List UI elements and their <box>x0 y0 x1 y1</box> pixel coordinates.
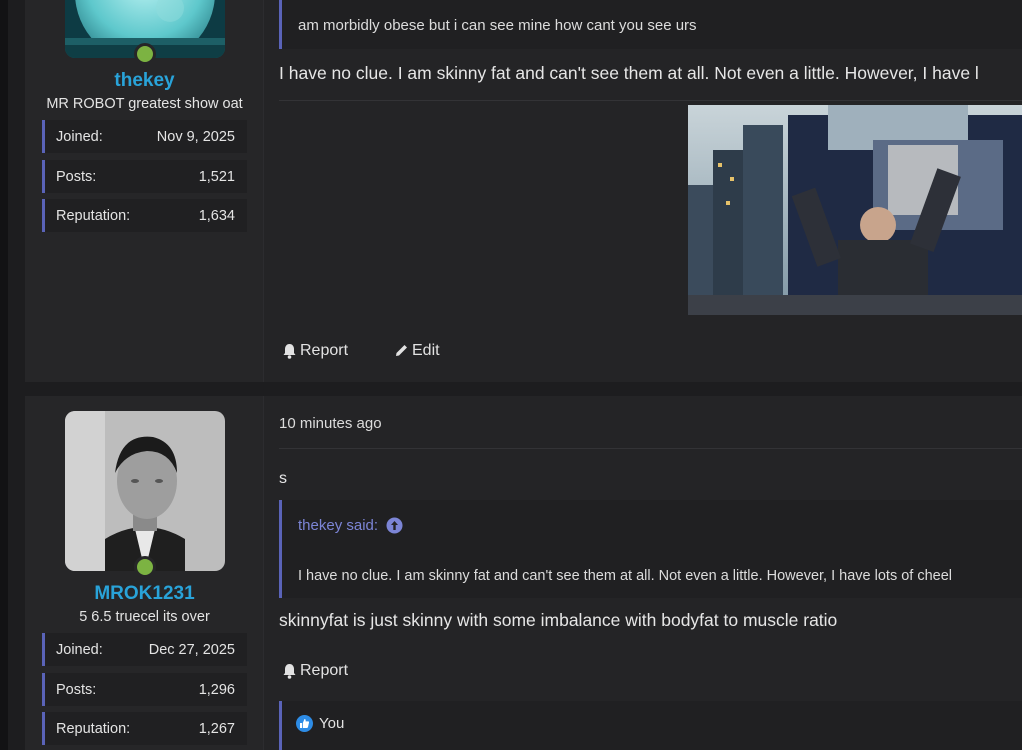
report-label: Report <box>300 342 349 359</box>
post-separator <box>25 382 1022 396</box>
reaction-summary[interactable]: You <box>296 715 344 732</box>
post-intro-text: s <box>279 470 287 487</box>
username[interactable]: thekey <box>25 70 264 92</box>
post: MROK1231 5 6.5 truecel its over Joined: … <box>25 396 1022 750</box>
portrait-avatar-image <box>65 411 225 571</box>
arrow-up-circle-icon <box>386 517 403 534</box>
reaction-bar: You <box>279 701 1022 750</box>
stat-value: Nov 9, 2025 <box>156 128 235 145</box>
post-content: am morbidly obese but i can see mine how… <box>279 0 1022 382</box>
quote-author-label: thekey said: <box>298 517 379 534</box>
username[interactable]: MROK1231 <box>25 583 264 605</box>
stat-label: Joined: <box>56 128 103 145</box>
edit-label: Edit <box>412 342 440 359</box>
stat-posts: Posts: 1,296 <box>42 673 247 706</box>
left-rail <box>0 0 8 750</box>
embedded-gif[interactable] <box>688 105 1022 315</box>
stat-joined: Joined: Nov 9, 2025 <box>42 120 247 153</box>
quote-text: I have no clue. I am skinny fat and can'… <box>298 568 953 584</box>
avatar[interactable] <box>65 411 225 571</box>
report-button[interactable]: Report <box>282 342 348 360</box>
divider <box>279 100 1022 101</box>
bell-icon <box>283 344 296 359</box>
stat-label: Posts: <box>56 681 97 698</box>
user-title: MR ROBOT greatest show oat <box>46 96 243 112</box>
post: thekey MR ROBOT greatest show oat Joined… <box>25 0 1022 382</box>
post-timestamp[interactable]: 10 minutes ago <box>279 415 382 432</box>
report-label: Report <box>300 662 349 679</box>
quote-block: thekey said: I have no clue. I am skinny… <box>279 500 1022 598</box>
online-status-dot <box>134 556 156 578</box>
reaction-label: You <box>319 715 345 732</box>
stat-reputation: Reputation: 1,267 <box>42 712 247 745</box>
stat-posts: Posts: 1,521 <box>42 160 247 193</box>
user-info-column: thekey MR ROBOT greatest show oat Joined… <box>25 0 264 382</box>
post-message: skinnyfat is just skinny with some imbal… <box>279 610 838 630</box>
quote-author-link[interactable]: thekey said: <box>298 517 403 534</box>
stat-label: Reputation: <box>56 207 131 224</box>
user-info-column: MROK1231 5 6.5 truecel its over Joined: … <box>25 396 264 750</box>
stat-value: 1,296 <box>198 681 235 698</box>
stat-reputation: Reputation: 1,634 <box>42 199 247 232</box>
divider <box>279 448 1022 449</box>
quote-text: am morbidly obese but i can see mine how… <box>298 17 697 34</box>
stat-value: 1,634 <box>198 207 235 224</box>
user-title: 5 6.5 truecel its over <box>79 609 210 625</box>
stat-value: 1,267 <box>198 720 235 737</box>
city-crowd-image <box>688 105 1022 315</box>
post-content: 10 minutes ago s thekey said: I have no … <box>279 396 1022 750</box>
edit-button[interactable]: Edit <box>394 342 440 360</box>
post-message: I have no clue. I am skinny fat and can'… <box>279 63 979 83</box>
pencil-icon <box>396 345 407 356</box>
stat-label: Reputation: <box>56 720 131 737</box>
bell-icon <box>283 664 296 679</box>
online-status-dot <box>134 43 156 65</box>
report-button[interactable]: Report <box>282 662 348 680</box>
stat-label: Joined: <box>56 641 103 658</box>
like-icon <box>296 715 313 732</box>
stat-value: Dec 27, 2025 <box>148 641 235 658</box>
quote-block: am morbidly obese but i can see mine how… <box>279 0 1022 49</box>
stat-joined: Joined: Dec 27, 2025 <box>42 633 247 666</box>
gap-rail <box>8 0 25 750</box>
stat-value: 1,521 <box>198 168 235 185</box>
stat-label: Posts: <box>56 168 97 185</box>
